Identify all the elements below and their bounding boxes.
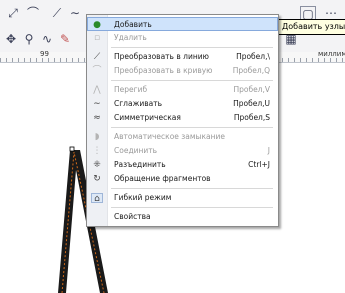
menu-separator <box>111 47 273 48</box>
tooltip: Добавить узлы <box>278 19 345 35</box>
menu-item-break[interactable]: ⁜ Разъединить Ctrl+J <box>87 158 278 172</box>
menu-item-to-line[interactable]: ⟋ Преобразовать в линию Пробел,\ <box>87 50 278 64</box>
node-context-menu: ● Добавить ▫ Удалить ⟋ Преобразовать в л… <box>86 14 279 227</box>
curve-segment-icon[interactable]: ⌒ <box>24 4 42 22</box>
symmetric-icon: ≈ <box>93 113 101 123</box>
menu-separator <box>111 127 273 128</box>
menu-separator <box>111 207 273 208</box>
menu-bottom-spacer <box>86 241 279 242</box>
cusp-icon: ⋀ <box>93 85 101 95</box>
menu-item-to-curve[interactable]: ⌒ Преобразовать в кривую Пробел,Q <box>87 64 278 78</box>
menu-separator <box>111 80 273 81</box>
menu-item-add[interactable]: ● Добавить <box>87 17 278 31</box>
join-icon: ⋮ <box>92 146 102 156</box>
menu-item-properties[interactable]: Свойства <box>87 210 278 224</box>
line-segment-icon[interactable]: ⟋ <box>48 4 66 22</box>
ruler-label: 99 <box>40 50 49 58</box>
add-node-icon: ● <box>93 20 101 30</box>
to-curve-icon: ⌒ <box>92 66 102 76</box>
menu-item-reverse[interactable]: ↻ Обращение фрагментов <box>87 172 278 186</box>
menu-item-label: Свойства <box>114 212 151 221</box>
menu-item-cusp[interactable]: ⋀ Перегиб Пробел,V <box>87 83 278 97</box>
smooth-icon: ∼ <box>93 99 101 109</box>
freehand-icon[interactable]: ∿ <box>38 30 56 48</box>
menu-item-auto-close[interactable]: ◗ Автоматическое замыкание <box>87 130 278 144</box>
pick-tool-icon[interactable]: ✥ <box>2 30 20 48</box>
elastic-mode-icon: ⌂ <box>91 193 103 204</box>
smooth-node-icon[interactable]: ∼ <box>66 4 84 22</box>
artistic-media-icon[interactable]: ✎ <box>56 30 74 48</box>
menu-item-join[interactable]: ⋮ Соединить J <box>87 144 278 158</box>
break-icon: ⁜ <box>93 160 101 170</box>
delete-node-icon: ▫ <box>93 33 101 43</box>
menu-item-delete[interactable]: ▫ Удалить <box>87 31 278 45</box>
zoom-icon[interactable]: ⚲ <box>20 30 38 48</box>
auto-close-icon: ◗ <box>94 132 100 142</box>
ruler-units-label: миллим <box>318 50 345 58</box>
menu-separator <box>111 188 273 189</box>
node-tool-icon[interactable]: ⤢ <box>4 4 22 22</box>
to-line-icon: ⟋ <box>93 52 101 62</box>
curve-node-handle[interactable] <box>69 146 75 152</box>
menu-item-symmetric[interactable]: ≈ Симметрическая Пробел,S <box>87 111 278 125</box>
menu-item-smooth[interactable]: ∼ Сглаживать Пробел,U <box>87 97 278 111</box>
reverse-icon: ↻ <box>93 174 101 184</box>
menu-item-elastic-mode[interactable]: ⌂ Гибкий режим <box>87 191 278 205</box>
